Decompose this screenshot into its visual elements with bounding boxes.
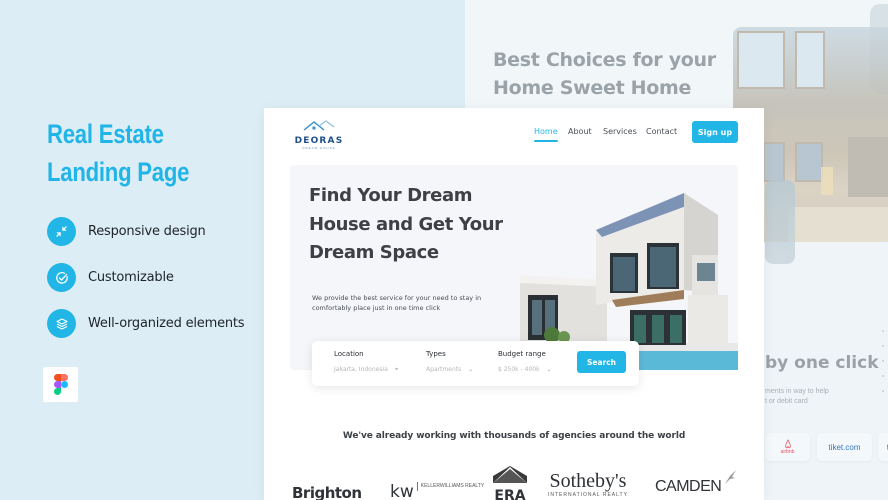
preview-dots [882, 330, 884, 405]
property-search-bar: Location Jakarta, Indonesia ⌖ Types Apart… [312, 341, 639, 386]
logo[interactable]: DEORAS DREAM HOUSE [294, 118, 344, 150]
nav-about[interactable]: About [568, 127, 592, 136]
chevron-down-icon[interactable]: ⌄ [547, 366, 552, 373]
nav-home[interactable]: Home [534, 127, 558, 142]
payment-card-airbnb: airbnb [765, 433, 810, 461]
location-field[interactable]: Location Jakarta, Indonesia ⌖ [334, 350, 398, 374]
brand-brighton: Brighton [292, 484, 362, 500]
brand-sothebys: Sotheby's INTERNATIONAL REALTY [548, 470, 628, 498]
hummingbird-icon [725, 470, 736, 484]
era-roof-icon [493, 466, 527, 483]
layers-icon [47, 309, 76, 338]
preview-title: Best Choices for your Home Sweet Home [493, 49, 716, 99]
types-field[interactable]: Types Apartments ⌄ [426, 350, 473, 373]
figma-icon [43, 367, 78, 402]
nav-contact[interactable]: Contact [646, 127, 677, 136]
preview-section-heading: by one click [765, 353, 879, 373]
budget-select[interactable]: $ 250k - 400k [498, 366, 540, 373]
brand-camden: CAMDEN [655, 470, 736, 496]
nav-services[interactable]: Services [603, 127, 637, 136]
hero-section: Find Your Dream House and Get Your Dream… [290, 165, 738, 370]
collapse-arrows-icon [47, 217, 76, 246]
feature-customizable: Customizable [47, 263, 174, 292]
target-icon[interactable]: ⌖ [395, 366, 398, 373]
check-circle-icon [47, 263, 76, 292]
brand-keller-williams: kw KELLERWILLIAMS REALTY [390, 482, 485, 500]
budget-field[interactable]: Budget range $ 250k - 400k ⌄ [498, 350, 552, 373]
hero-subtitle: We provide the best service for your nee… [312, 294, 482, 312]
hero-title: Find Your Dream House and Get Your Dream… [309, 185, 503, 263]
brand-era: ERA [493, 466, 527, 500]
chevron-down-icon[interactable]: ⌄ [468, 366, 473, 373]
preview-section-subtitle: ments in way to help t or debit card [765, 388, 829, 405]
house-roof-icon [303, 120, 335, 131]
location-input[interactable]: Jakarta, Indonesia [334, 366, 388, 373]
showcase-title: Real Estate Landing Page [47, 119, 190, 187]
interior-photo-small [765, 180, 795, 264]
signup-button[interactable]: Sign up [692, 121, 738, 143]
airbnb-icon [784, 439, 791, 449]
feature-responsive: Responsive design [47, 217, 206, 246]
types-select[interactable]: Apartments [426, 366, 461, 373]
payment-card-partial: t [878, 433, 888, 461]
feature-well-organized: Well-organized elements [47, 309, 245, 338]
agencies-heading: We've already working with thousands of … [342, 431, 686, 441]
landing-page-preview: DEORAS DREAM HOUSE Home About Services C… [264, 108, 764, 500]
payment-card-tiket: tiket.com [817, 433, 872, 461]
search-button[interactable]: Search [577, 351, 626, 373]
